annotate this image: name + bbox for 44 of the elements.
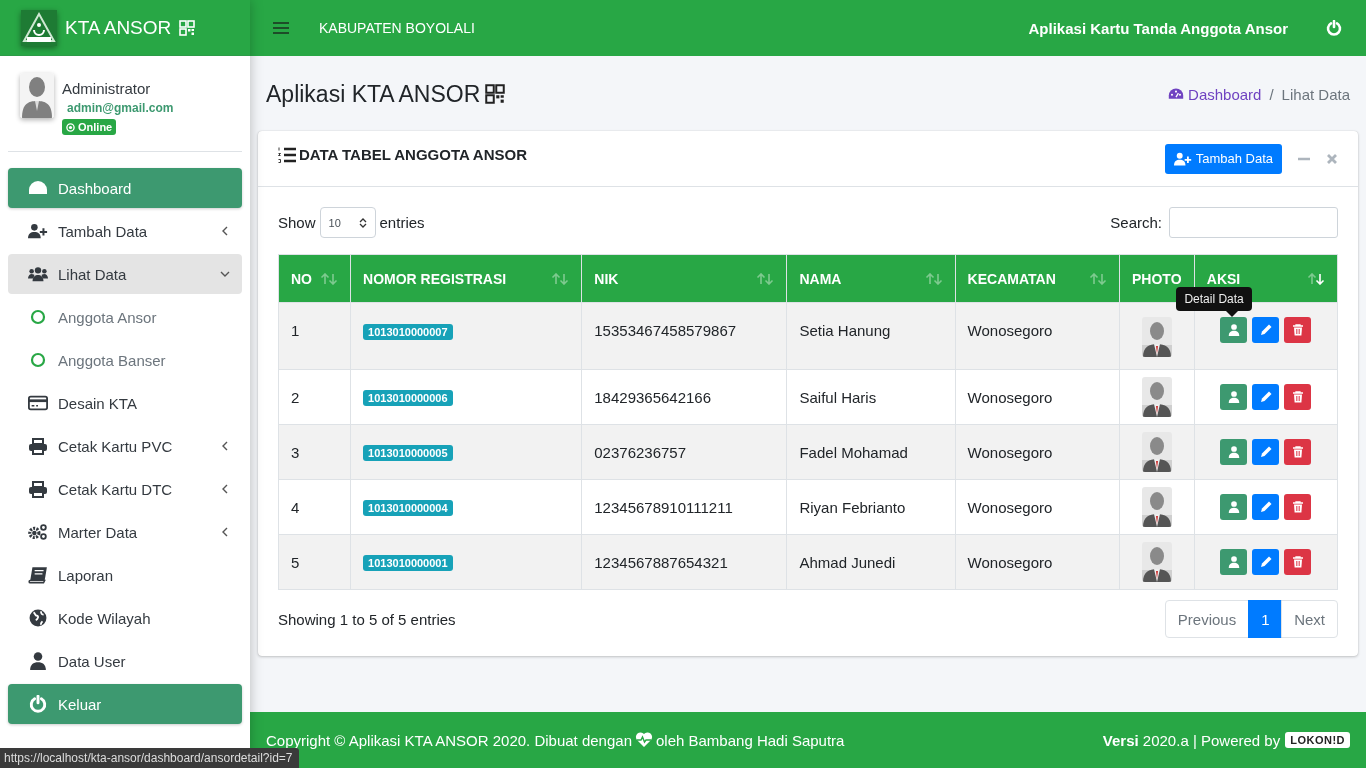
table-cell: Wonosegoro [955, 534, 1120, 590]
user-email: admin@gmail.com [66, 101, 174, 115]
registration-number: 1013010000005 [363, 445, 453, 461]
table-cell: 1234567887654321 [581, 534, 787, 590]
table-cell: Fadel Mohamad [786, 424, 956, 480]
table-cell: 18429365642166 [581, 369, 787, 425]
user-name: Administrator [62, 80, 151, 97]
table-cell: 02376236757 [581, 424, 787, 480]
table-info: Showing 1 to 5 of 5 entries [278, 610, 456, 628]
show-label: Show [278, 214, 316, 231]
registration-number: 1013010000004 [363, 500, 453, 516]
table-cell: 5 [278, 534, 351, 590]
page-title: Aplikasi KTA ANSOR [266, 80, 481, 108]
table-cell: 2 [278, 369, 351, 425]
table-cell: 15353467458579867 [581, 302, 787, 370]
table-cell: Setia Hanung [786, 302, 956, 370]
registration-number: 1013010000007 [363, 324, 453, 340]
table-cell: Wonosegoro [955, 479, 1120, 535]
status-url: https://localhost/kta-ansor/dashboard/ansordetail?id=7 [0, 748, 299, 768]
brand-title: KTA ANSOR [65, 16, 172, 39]
copyright-text: Copyright © Aplikasi KTA ANSOR 2020. Dibuat dengan [266, 731, 632, 749]
table-cell: Wonosegoro [955, 424, 1120, 480]
app-name: Aplikasi Kartu Tanda Anggota Ansor [1028, 19, 1288, 37]
search-label: Search: [1110, 214, 1162, 231]
entries-label: entries [379, 214, 425, 231]
table-cell: Wonosegoro [955, 302, 1120, 370]
table-cell: Riyan Febrianto [786, 479, 956, 535]
registration-number: 1013010000001 [363, 555, 453, 571]
breadcrumb-current: Lihat Data [1281, 85, 1350, 103]
table-cell: Ahmad Junedi [786, 534, 956, 590]
author-text: oleh Bambang Hadi Saputra [656, 731, 845, 749]
table-cell: 3 [278, 424, 351, 480]
online-badge: Online [62, 119, 117, 135]
version-text: Versi 2020.a | Powered by [1102, 731, 1281, 749]
table-cell: 4 [278, 479, 351, 535]
card-title: DATA TABEL ANGGOTA ANSOR [299, 146, 528, 163]
breadcrumb-separator: / [1269, 85, 1274, 103]
table-cell: Wonosegoro [955, 369, 1120, 425]
registration-number: 1013010000006 [363, 390, 453, 406]
table-cell: Saiful Haris [786, 369, 956, 425]
powered-by-badge: LOKON!D [1285, 732, 1350, 748]
region-label: KABUPATEN BOYOLALI [319, 20, 476, 36]
table-cell: 1 [278, 302, 351, 370]
table-cell: 12345678910111211 [581, 479, 787, 535]
